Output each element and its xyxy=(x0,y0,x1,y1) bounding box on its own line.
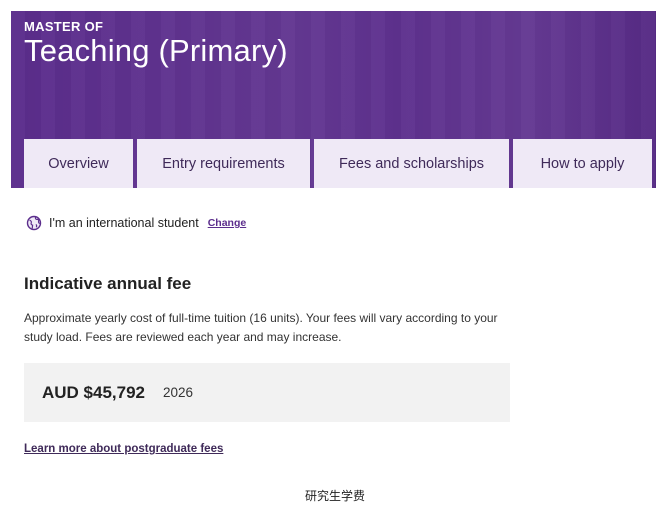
image-caption: 研究生学费 xyxy=(304,489,365,503)
page-title: Teaching (Primary) xyxy=(24,33,288,68)
program-level: MASTER OF xyxy=(24,19,104,34)
tab-entry-requirements[interactable]: Entry requirements xyxy=(137,139,310,188)
change-student-status-link[interactable]: Change xyxy=(208,217,247,229)
student-status-row: I'm an international student Change xyxy=(26,213,246,233)
tab-label: How to apply xyxy=(540,155,625,172)
fee-year: 2026 xyxy=(163,385,194,400)
tab-label: Fees and scholarships xyxy=(338,155,485,172)
globe-icon xyxy=(26,215,42,231)
fee-heading: Indicative annual fee xyxy=(24,274,192,293)
student-status-text: I'm an international student xyxy=(49,216,199,230)
tab-overview[interactable]: Overview xyxy=(24,139,133,188)
tab-label: Overview xyxy=(48,155,109,172)
tab-fees-and-scholarships[interactable]: Fees and scholarships xyxy=(314,139,509,188)
fee-summary-box: AUD $45,792 2026 xyxy=(24,363,510,422)
fee-amount: AUD $45,792 xyxy=(42,382,146,402)
tab-how-to-apply[interactable]: How to apply xyxy=(513,139,652,188)
fee-description: Approximate yearly cost of full-time tui… xyxy=(24,311,498,344)
learn-more-fees-link[interactable]: Learn more about postgraduate fees xyxy=(24,443,223,455)
tab-label: Entry requirements xyxy=(162,155,285,172)
